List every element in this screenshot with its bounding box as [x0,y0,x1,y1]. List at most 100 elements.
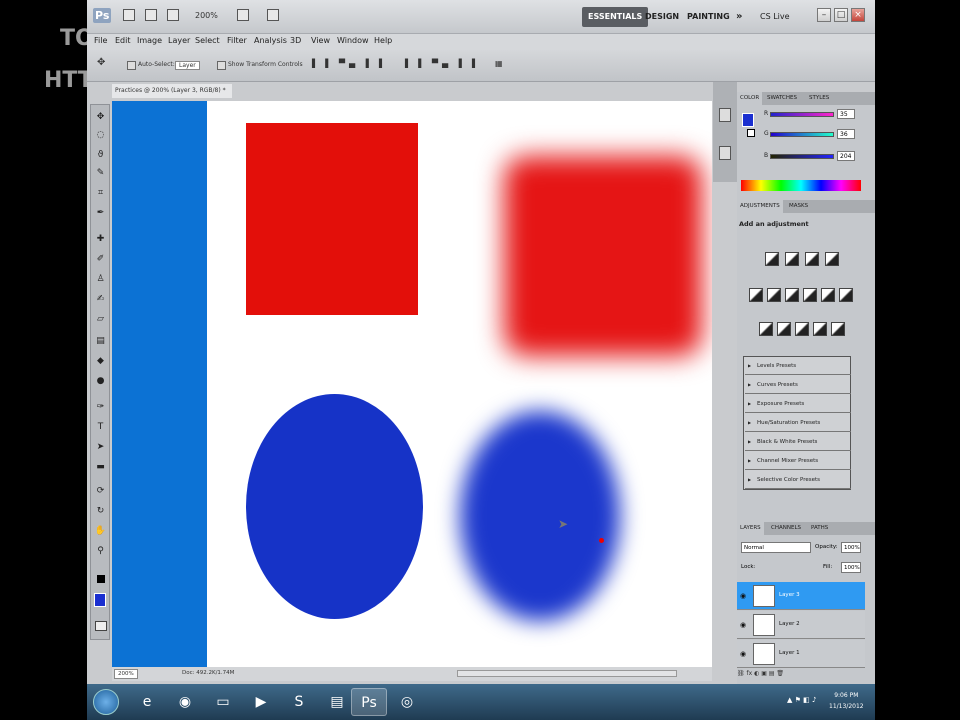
gradient-tool[interactable]: ▤ [94,335,107,348]
status-zoom-field[interactable]: 200% [114,669,138,679]
3d-orbit-tool[interactable]: ↻ [94,505,107,518]
tab-paths[interactable]: PATHS [811,525,828,531]
blend-mode-dropdown[interactable]: Normal [741,542,811,553]
levels-icon[interactable] [785,252,799,266]
auto-select-dropdown[interactable]: Layer [175,61,200,70]
path-select-tool[interactable]: ➤ [94,441,107,454]
invert-icon[interactable] [759,322,773,336]
photo-filter-icon[interactable] [821,288,835,302]
selective-color-icon[interactable] [831,322,845,336]
color-panel-foreground-swatch[interactable] [742,113,754,127]
taskbar-clock[interactable]: 9:06 PM 11/13/2012 [829,690,864,712]
list-item[interactable]: Black & White Presets [745,433,851,451]
list-item[interactable]: Exposure Presets [745,395,851,413]
chrome-icon[interactable]: ◉ [167,688,203,716]
zoom-level-dropdown[interactable]: 200% [195,8,227,23]
blur-tool[interactable]: ◆ [94,355,107,368]
tab-styles[interactable]: STYLES [809,95,829,101]
list-item[interactable]: Hue/Saturation Presets [745,414,851,432]
workspace-painting-button[interactable]: PAINTING [681,7,736,27]
history-panel-icon[interactable] [719,108,731,122]
quick-mask-button[interactable] [95,621,107,631]
media-player-icon[interactable]: ▶ [243,688,279,716]
minimize-button[interactable]: – [817,8,831,22]
layer-row-layer-1[interactable]: ◉ Layer 1 [737,640,865,668]
menu-layer[interactable]: Layer [168,36,190,45]
arrange-documents-icon[interactable] [237,9,249,21]
foreground-color-swatch[interactable] [94,593,106,607]
visibility-eye-icon[interactable]: ◉ [740,621,746,629]
opacity-field[interactable]: 100% [841,542,861,553]
recorder-icon[interactable]: ◎ [389,688,425,716]
exposure-icon[interactable] [825,252,839,266]
vibrance-icon[interactable] [749,288,763,302]
layer-row-layer-3[interactable]: ◉ Layer 3 [737,582,865,610]
tab-swatches[interactable]: SWATCHES [767,95,797,101]
red-slider[interactable] [770,112,834,117]
tab-masks[interactable]: MASKS [789,203,808,209]
move-tool[interactable]: ✥ [94,111,107,124]
move-tool-icon[interactable]: ✥ [97,57,105,68]
menu-window[interactable]: Window [337,36,369,45]
color-panel-background-swatch[interactable] [747,129,755,137]
color-spectrum-ramp[interactable] [741,180,861,191]
transform-controls-checkbox[interactable] [217,61,226,70]
list-item[interactable]: Curves Presets [745,376,851,394]
menu-help[interactable]: Help [374,36,392,45]
color-balance-icon[interactable] [785,288,799,302]
menu-select[interactable]: Select [195,36,220,45]
start-button[interactable] [93,689,119,715]
fill-field[interactable]: 100% [841,562,861,573]
system-tray-icons[interactable]: ▲ ⚑ ◧ ♪ [787,696,816,704]
menu-view[interactable]: View [311,36,330,45]
posterize-icon[interactable] [777,322,791,336]
menu-image[interactable]: Image [137,36,162,45]
align-icons[interactable]: ▌▐ ▀▄ ▌▐ [312,59,386,68]
list-item[interactable]: Selective Color Presets [745,471,851,489]
green-value-field[interactable]: 36 [837,129,855,139]
healing-brush-tool[interactable]: ✚ [94,233,107,246]
gradient-map-icon[interactable] [813,322,827,336]
type-tool[interactable]: T [94,421,107,434]
brush-panel-icon[interactable] [719,146,731,160]
tab-layers[interactable]: LAYERS [737,522,764,535]
brightness-contrast-icon[interactable] [765,252,779,266]
auto-select-checkbox[interactable] [127,61,136,70]
menu-filter[interactable]: Filter [227,36,247,45]
menu-3d[interactable]: 3D [290,36,301,45]
curves-icon[interactable] [805,252,819,266]
channel-mixer-icon[interactable] [839,288,853,302]
screen-mode-icon[interactable] [267,9,279,21]
layer-row-layer-2[interactable]: ◉ Layer 2 [737,611,865,639]
photoshop-taskbar-icon[interactable]: Ps [351,688,387,716]
tab-color[interactable]: COLOR [737,92,763,105]
bridge-icon[interactable] [123,9,135,21]
eyedropper-tool[interactable]: ✒ [94,207,107,220]
brush-tool[interactable]: ✐ [94,253,107,266]
distribute-icons[interactable]: ▌▐ ▀▄ ▌▐ [405,59,479,68]
view-extras-icon[interactable] [167,9,179,21]
blue-value-field[interactable]: 204 [837,151,855,161]
document-tab[interactable]: Practices @ 200% (Layer 3, RGB/8) * [112,84,232,98]
red-value-field[interactable]: 35 [837,109,855,119]
tab-channels[interactable]: CHANNELS [771,525,801,531]
tab-adjustments[interactable]: ADJUSTMENTS [737,200,783,213]
crop-tool[interactable]: ⌗ [94,187,107,200]
clone-stamp-tool[interactable]: ♙ [94,273,107,286]
internet-explorer-icon[interactable]: e [129,688,165,716]
skype-icon[interactable]: S [281,688,317,716]
minibridge-icon[interactable] [145,9,157,21]
workspace-design-button[interactable]: DESIGN [639,7,685,27]
eraser-tool[interactable]: ▱ [94,313,107,326]
document-canvas[interactable]: ➤ [112,101,712,667]
auto-align-icon[interactable]: ▦ [495,59,503,68]
layers-footer-icons[interactable]: ⛓ fx ◐ ▣ ▤ 🗑 [737,670,865,682]
pen-tool[interactable]: ✑ [94,401,107,414]
visibility-eye-icon[interactable]: ◉ [740,592,746,600]
hue-saturation-icon[interactable] [767,288,781,302]
black-white-icon[interactable] [803,288,817,302]
marquee-tool[interactable]: ◌ [94,129,107,142]
more-workspaces-button[interactable]: » [730,7,748,27]
cs-live-button[interactable]: CS Live [760,7,790,27]
doc-size-readout[interactable]: Doc: 492.2K/1.74M [182,670,234,676]
